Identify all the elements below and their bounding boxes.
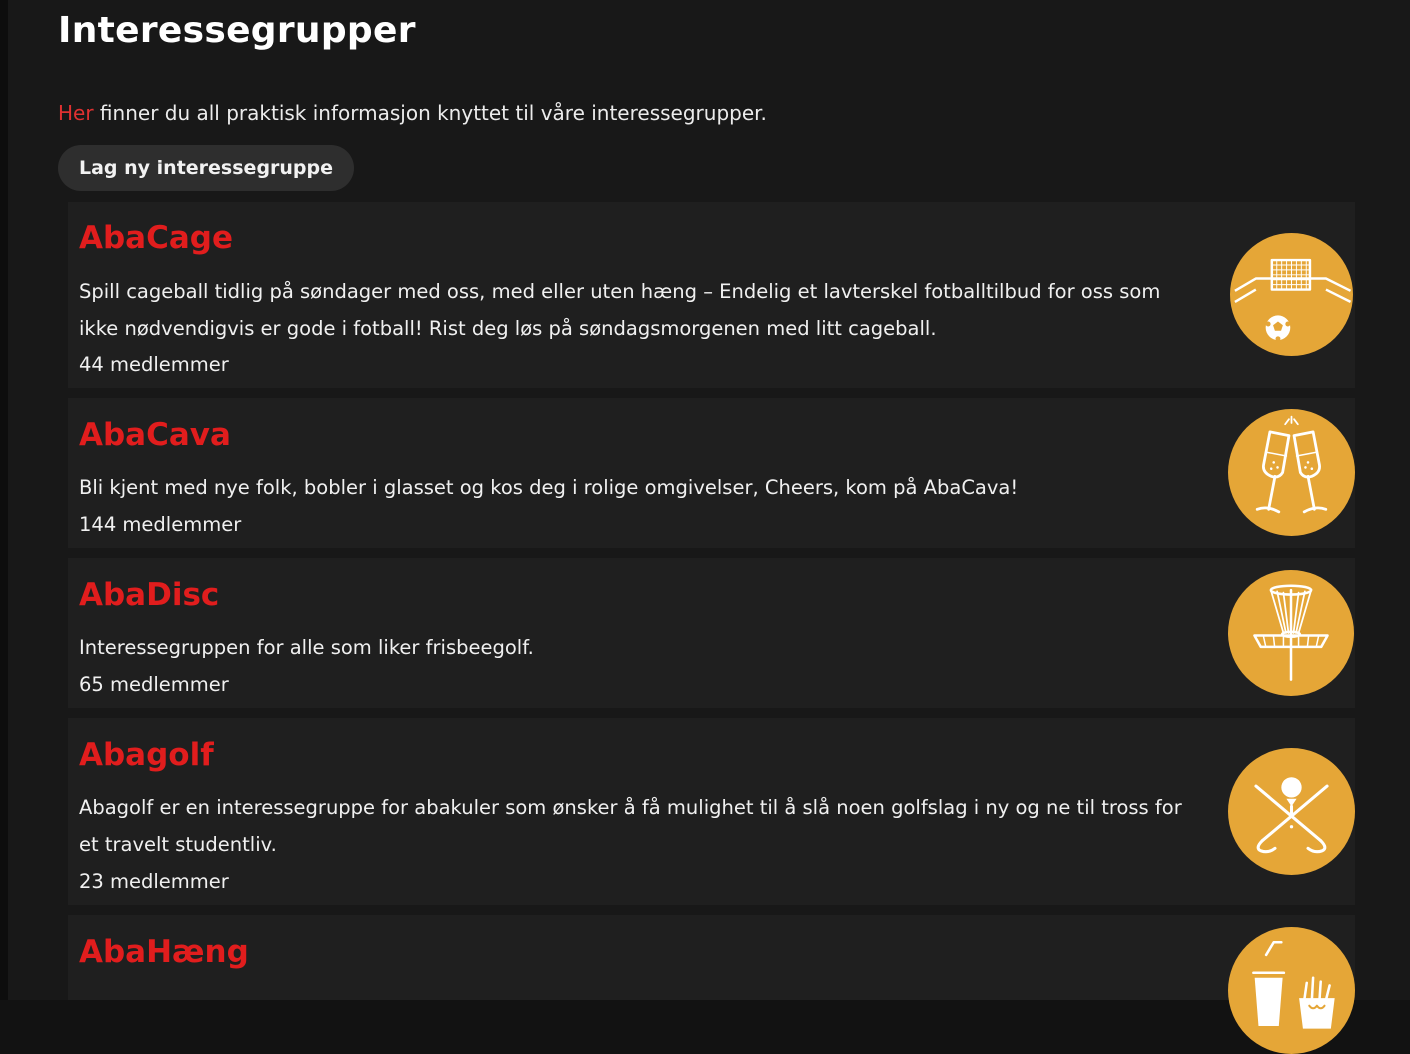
create-interest-group-button[interactable]: Lag ny interessegruppe (58, 145, 355, 191)
soccer-goal-icon (1230, 233, 1353, 356)
group-member-count: 65 medlemmer (79, 673, 229, 696)
group-title[interactable]: AbaCava (79, 417, 231, 453)
group-card-abacava[interactable]: AbaCava Bli kjent med nye folk, bobler i… (68, 398, 1355, 548)
group-card-abagolf[interactable]: Abagolf Abagolf er en interessegruppe fo… (68, 718, 1355, 905)
group-description: Bli kjent med nye folk, bobler i glasset… (79, 476, 1019, 499)
group-card-abadisc[interactable]: AbaDisc Interessegruppen for alle som li… (68, 558, 1355, 708)
page-title: Interessegrupper (58, 10, 416, 51)
disc-golf-basket-icon (1228, 570, 1354, 696)
group-description: Interessegruppen for alle som liker fris… (79, 636, 534, 659)
intro-link[interactable]: Her (58, 101, 94, 125)
interest-groups-page: Interessegrupper Her finner du all prakt… (8, 0, 1410, 1054)
group-member-count: 44 medlemmer (79, 353, 229, 376)
group-member-count: 23 medlemmer (79, 870, 229, 893)
group-description: Spill cageball tidlig på søndager med os… (79, 280, 1161, 340)
group-description: Abagolf er en interessegruppe for abakul… (79, 796, 1182, 856)
left-edge-strip (0, 0, 8, 1000)
intro-text-rest: finner du all praktisk informasjon knytt… (93, 101, 767, 125)
golf-clubs-icon (1228, 748, 1355, 875)
group-member-count: 144 medlemmer (79, 513, 242, 536)
intro-text: Her finner du all praktisk informasjon k… (58, 99, 767, 127)
group-title[interactable]: AbaHæng (79, 934, 249, 970)
snacks-icon (1228, 927, 1355, 1054)
group-title[interactable]: Abagolf (79, 737, 214, 773)
group-title[interactable]: AbaDisc (79, 577, 219, 613)
group-card-abacage[interactable]: AbaCage Spill cageball tidlig på søndage… (68, 202, 1355, 388)
group-card-abahaeng[interactable]: AbaHæng (68, 915, 1355, 1054)
group-title[interactable]: AbaCage (79, 220, 233, 256)
champagne-glasses-icon (1228, 409, 1355, 536)
